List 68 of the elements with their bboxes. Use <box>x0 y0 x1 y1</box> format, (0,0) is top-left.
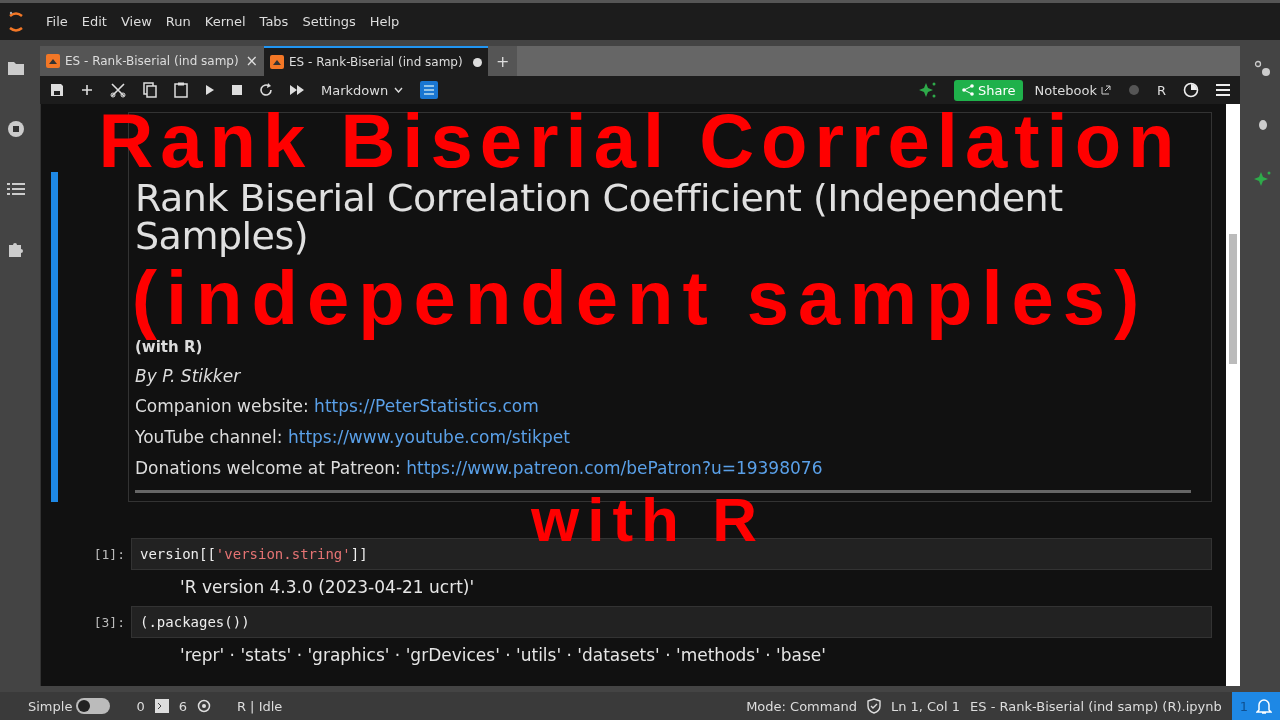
save-icon[interactable] <box>50 83 64 97</box>
code-cell[interactable]: (.packages()) <box>131 606 1212 638</box>
menu-item[interactable]: Settings <box>298 14 366 29</box>
menu-item[interactable]: File <box>42 14 78 29</box>
close-icon[interactable]: × <box>245 52 258 70</box>
link-label: YouTube channel: <box>135 427 283 447</box>
cell-prompt: [3]: <box>92 614 125 630</box>
mode-toggle-label: Simple <box>28 698 73 714</box>
notebook-icon <box>46 54 60 68</box>
notebook-tab[interactable]: ES - Rank-Biserial (ind samp) <box>264 46 488 76</box>
fast-forward-icon[interactable] <box>290 85 304 95</box>
active-cell-bar[interactable] <box>51 172 58 502</box>
external-link-icon <box>1100 85 1111 95</box>
notebook-link[interactable]: Notebook <box>1034 82 1111 98</box>
add-icon[interactable] <box>81 84 93 96</box>
scissors-icon[interactable] <box>110 82 126 98</box>
author-line: By P. Stikker <box>135 365 242 388</box>
caret-icon <box>394 87 404 93</box>
new-tab-button[interactable]: + <box>488 46 518 76</box>
overlay-caption: Rank Biserial Correlation <box>98 102 1182 180</box>
notebook-tab[interactable]: ES - Rank-Biserial (ind samp) × <box>40 46 264 76</box>
kernel-status[interactable]: R | Idle <box>236 698 283 714</box>
gear-icon[interactable] <box>196 699 211 713</box>
menu-item[interactable]: Kernel <box>200 14 256 29</box>
puzzle-icon[interactable] <box>7 240 25 258</box>
clipboard-icon[interactable] <box>174 82 188 98</box>
sparkle-icon[interactable] <box>918 81 937 99</box>
menu-item[interactable]: View <box>116 14 162 29</box>
menu-icon[interactable] <box>1216 84 1230 96</box>
menu-item[interactable]: Tabs <box>255 14 299 29</box>
property-inspector-icon[interactable] <box>420 81 439 99</box>
list-icon[interactable] <box>7 182 25 196</box>
play-icon[interactable] <box>205 84 215 96</box>
web-link[interactable]: https://PeterStatistics.com <box>314 396 539 416</box>
link-label: Companion website: <box>135 396 309 416</box>
scrollbar-thumb[interactable] <box>1229 234 1237 364</box>
kernel-status-icon <box>1183 82 1199 98</box>
editor-mode: Mode: Command <box>746 698 857 714</box>
cursor-position[interactable]: Ln 1, Col 1 <box>890 698 961 714</box>
menu-item[interactable]: Run <box>161 14 201 29</box>
kernel-count: 6 <box>178 698 187 714</box>
overlay-caption: (independent samples) <box>131 258 1149 338</box>
share-icon <box>961 84 974 96</box>
cell-output: 'R version 4.3.0 (2023-04-21 ucrt)' <box>179 576 476 598</box>
jupyter-logo-icon <box>8 10 24 33</box>
cell-type-dropdown[interactable]: Markdown <box>321 82 404 98</box>
sparkle-icon[interactable] <box>1254 170 1272 188</box>
link-label: Donations welcome at Patreon: <box>135 458 401 478</box>
web-link[interactable]: https://www.patreon.com/bePatron?u=19398076 <box>406 458 823 478</box>
notebook-title: Rank Biserial Correlation Coefficient (Independent Samples) <box>135 179 1064 255</box>
kernel-name[interactable]: R <box>1156 82 1166 98</box>
menu-item[interactable]: Help <box>365 14 410 29</box>
terminal-count: 0 <box>136 698 145 714</box>
folder-icon[interactable] <box>7 60 25 76</box>
file-name: ES - Rank-Biserial (ind samp) (R).ipynb <box>970 698 1222 714</box>
notebook-icon <box>270 55 284 69</box>
web-link[interactable]: https://www.youtube.com/stikpet <box>287 427 570 447</box>
shield-check-icon[interactable] <box>866 698 881 714</box>
stop-circle-icon[interactable] <box>7 120 25 138</box>
cell-output: 'repr' · 'stats' · 'graphics' · 'grDevices' · 'utils' · 'datasets' · 'methods' · 'base' <box>179 644 827 666</box>
menu-item[interactable]: Edit <box>77 14 117 29</box>
terminal-icon[interactable] <box>154 699 169 713</box>
bell-icon <box>1256 697 1272 715</box>
cell-prompt: [1]: <box>92 546 125 562</box>
simple-mode-switch[interactable] <box>76 698 111 714</box>
unsaved-dot-icon[interactable] <box>473 57 482 67</box>
refresh-icon[interactable] <box>259 83 273 97</box>
copy-icon[interactable] <box>143 82 157 98</box>
